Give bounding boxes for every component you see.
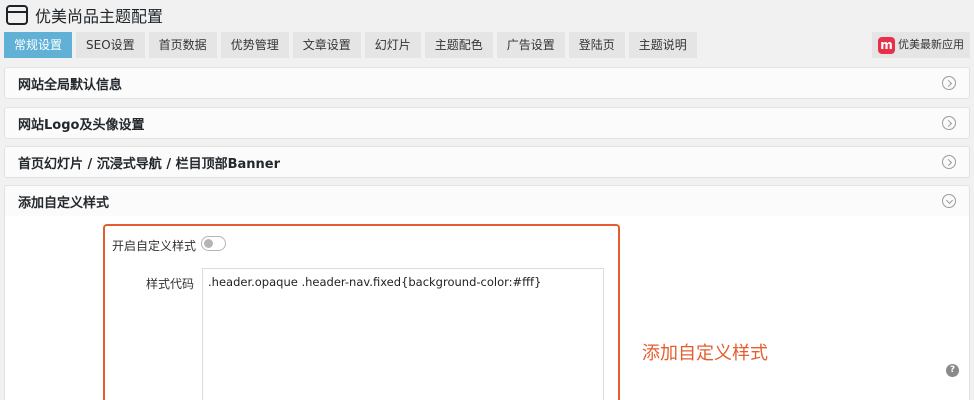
tab-theme-colors[interactable]: 主题配色 [424, 32, 493, 58]
panel-title: 网站Logo及头像设置 [18, 117, 145, 133]
tab-advantages[interactable]: 优势管理 [220, 32, 289, 58]
enable-custom-style-label: 开启自定义样式 [112, 239, 197, 253]
panel-title: 首页幻灯片 / 沉浸式导航 / 栏目顶部Banner [18, 156, 281, 172]
panel-header[interactable]: 网站Logo及头像设置 [5, 108, 969, 138]
panel-header[interactable]: 网站全局默认信息 [5, 68, 969, 98]
enable-custom-style-toggle[interactable] [201, 236, 226, 251]
window-icon [6, 5, 28, 25]
settings-tabs: 常规设置 SEO设置 首页数据 优势管理 文章设置 幻灯片 主题配色 广告设置 … [4, 32, 701, 58]
panel-global-info[interactable]: 网站全局默认信息 [4, 67, 970, 99]
tab-seo[interactable]: SEO设置 [76, 32, 145, 58]
latest-apps-label: 优美最新应用 [898, 38, 964, 51]
style-code-label: 样式代码 [146, 277, 195, 291]
chevron-right-icon[interactable] [942, 116, 956, 130]
panel-header[interactable]: 首页幻灯片 / 沉浸式导航 / 栏目顶部Banner [5, 147, 969, 177]
chevron-down-icon[interactable] [942, 194, 956, 208]
panel-custom-style[interactable]: 添加自定义样式 [4, 185, 970, 217]
panel-title: 添加自定义样式 [18, 195, 110, 211]
panel-slides-nav-banner[interactable]: 首页幻灯片 / 沉浸式导航 / 栏目顶部Banner [4, 146, 970, 178]
chevron-right-icon[interactable] [942, 155, 956, 169]
chevron-right-icon[interactable] [942, 76, 956, 90]
tab-articles[interactable]: 文章设置 [292, 32, 361, 58]
panel-header[interactable]: 添加自定义样式 [5, 186, 969, 216]
annotation-text: 添加自定义样式 [642, 343, 768, 364]
tab-ads[interactable]: 广告设置 [496, 32, 565, 58]
tab-general[interactable]: 常规设置 [4, 32, 73, 58]
help-icon[interactable]: ? [946, 364, 959, 377]
style-code-textarea[interactable]: .header.opaque .header-nav.fixed{backgro… [202, 268, 604, 400]
app-logo-icon: m [878, 36, 895, 54]
tab-theme-info[interactable]: 主题说明 [628, 32, 697, 58]
panel-title: 网站全局默认信息 [18, 77, 123, 93]
tab-slides[interactable]: 幻灯片 [364, 32, 421, 58]
tab-home-data[interactable]: 首页数据 [148, 32, 217, 58]
toggle-knob [204, 239, 213, 248]
page-header: 优美尚品主题配置 [6, 3, 163, 27]
panel-logo-avatar[interactable]: 网站Logo及头像设置 [4, 107, 970, 139]
latest-apps-button[interactable]: m 优美最新应用 [872, 32, 970, 58]
tab-login[interactable]: 登陆页 [568, 32, 625, 58]
page-title: 优美尚品主题配置 [35, 7, 164, 26]
